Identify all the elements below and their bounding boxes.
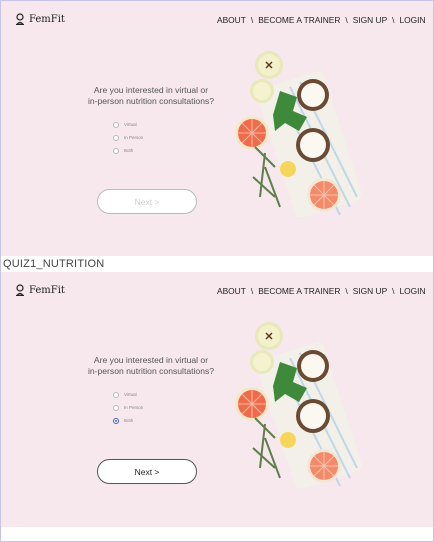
- option-both[interactable]: Both: [113, 414, 143, 427]
- brand-logo[interactable]: FemFit: [15, 13, 65, 25]
- radio-button[interactable]: [113, 391, 119, 398]
- fruit-flatlay-image: [235, 51, 362, 217]
- nav-become-trainer[interactable]: BECOME A TRAINER: [258, 286, 340, 296]
- radio-button[interactable]: [113, 404, 119, 411]
- nav-about[interactable]: ABOUT: [217, 15, 246, 25]
- canvas-frame: FemFit ABOUT \ BECOME A TRAINER \ SIGN U…: [0, 0, 434, 542]
- option-in-person[interactable]: In Person: [113, 401, 143, 414]
- question-line-1: Are you interested in virtual or: [93, 355, 209, 365]
- nav-separator: \: [250, 286, 254, 296]
- option-label: In Person: [124, 405, 144, 410]
- top-nav: ABOUT \ BECOME A TRAINER \ SIGN UP \ LOG…: [217, 286, 426, 296]
- radio-button[interactable]: [113, 121, 119, 128]
- question-line-1: Are you interested in virtual or: [93, 85, 209, 95]
- brand-logo[interactable]: FemFit: [15, 284, 65, 296]
- option-label: Both: [124, 418, 134, 423]
- quiz-screen-1: FemFit ABOUT \ BECOME A TRAINER \ SIGN U…: [1, 1, 433, 256]
- fruit-flatlay-image: [235, 322, 362, 488]
- option-both[interactable]: Both: [113, 144, 143, 157]
- option-virtual[interactable]: Virtual: [113, 388, 143, 401]
- quiz-screen-2: FemFit ABOUT \ BECOME A TRAINER \ SIGN U…: [1, 272, 433, 527]
- question-line-2: in-person nutrition consultations?: [87, 366, 215, 376]
- nav-separator: \: [345, 15, 348, 25]
- option-label: Virtual: [124, 122, 137, 127]
- radio-button[interactable]: [113, 134, 119, 141]
- nav-separator: \: [250, 15, 254, 25]
- answer-options: Virtual In Person Both: [113, 118, 143, 157]
- nav-separator: \: [345, 286, 348, 296]
- nav-become-trainer[interactable]: BECOME A TRAINER: [258, 15, 340, 25]
- option-label: Both: [124, 148, 134, 153]
- option-label: In Person: [124, 135, 144, 140]
- option-in-person[interactable]: In Person: [113, 131, 143, 144]
- frame-label: QUIZ1_NUTRITION: [3, 258, 105, 270]
- radio-button-selected[interactable]: [113, 417, 119, 424]
- nav-sign-up[interactable]: SIGN UP: [353, 15, 387, 25]
- person-icon: [16, 284, 24, 296]
- nav-login[interactable]: LOGIN: [400, 286, 426, 296]
- brand-name: FemFit: [29, 284, 65, 296]
- nav-about[interactable]: ABOUT: [217, 286, 246, 296]
- nav-separator: \: [392, 15, 395, 25]
- radio-button[interactable]: [113, 147, 119, 154]
- nav-separator: \: [392, 286, 395, 296]
- quiz-question: Are you interested in virtual or in-pers…: [61, 85, 241, 107]
- next-button[interactable]: Next >: [97, 459, 197, 484]
- brand-name: FemFit: [29, 13, 65, 25]
- person-icon: [16, 13, 24, 25]
- option-virtual[interactable]: Virtual: [113, 118, 143, 131]
- question-line-2: in-person nutrition consultations?: [87, 96, 215, 106]
- nav-sign-up[interactable]: SIGN UP: [353, 286, 387, 296]
- quiz-question: Are you interested in virtual or in-pers…: [61, 355, 241, 377]
- nav-login[interactable]: LOGIN: [400, 15, 426, 25]
- option-label: Virtual: [124, 392, 137, 397]
- answer-options: Virtual In Person Both: [113, 388, 143, 427]
- top-nav: ABOUT \ BECOME A TRAINER \ SIGN UP \ LOG…: [217, 15, 426, 25]
- next-button[interactable]: Next >: [97, 189, 197, 214]
